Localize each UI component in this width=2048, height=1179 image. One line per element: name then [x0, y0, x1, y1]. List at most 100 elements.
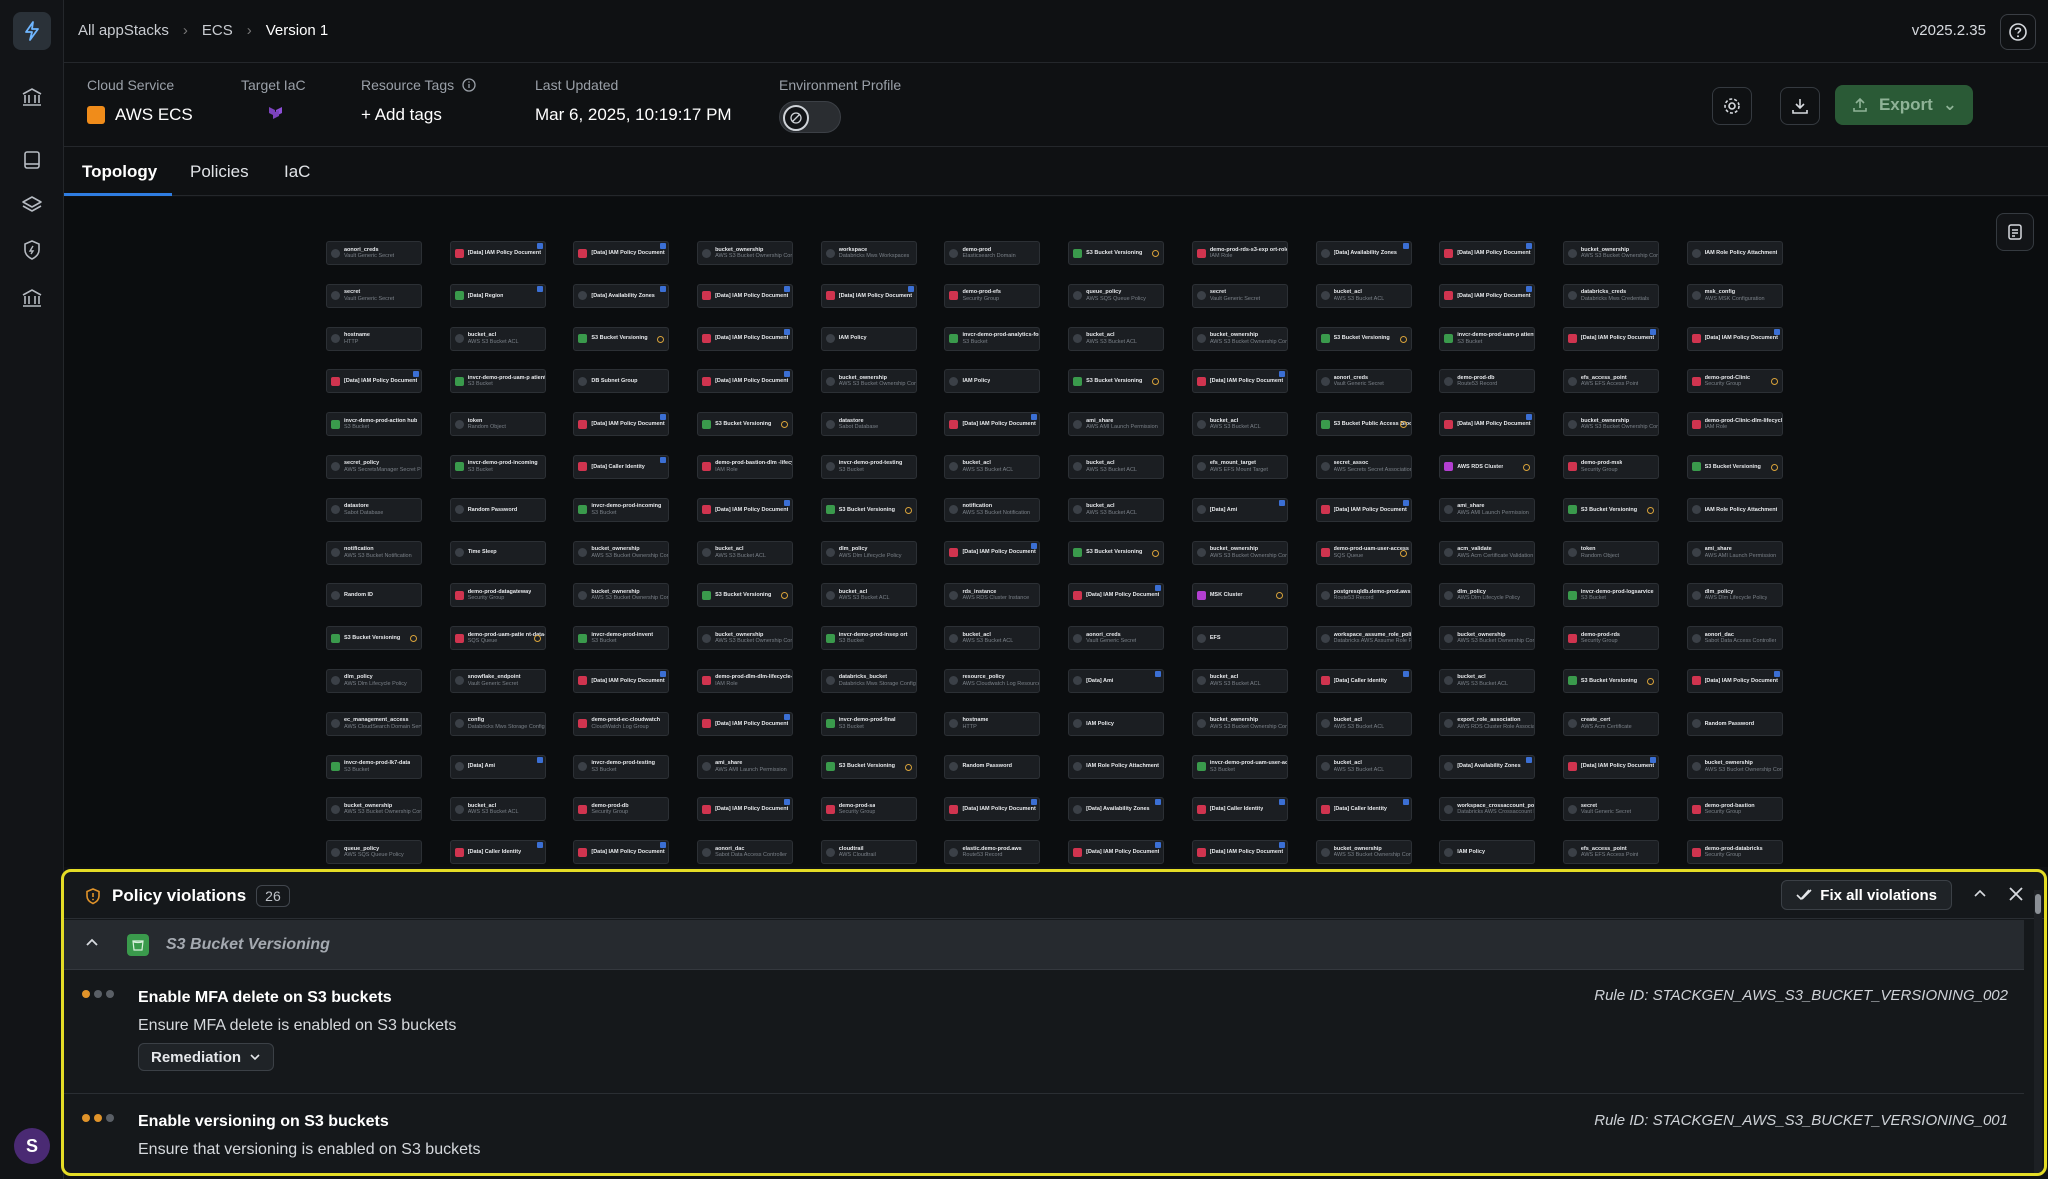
topology-node[interactable]: rds_instance AWS RDS Cluster Instance: [944, 583, 1041, 608]
tab-topology[interactable]: Topology: [82, 162, 157, 182]
add-tags-link[interactable]: + Add tags: [361, 105, 476, 125]
topology-node[interactable]: dlm_policy AWS Dlm Lifecycle Policy: [326, 668, 422, 693]
topology-node[interactable]: invcr-demo-prod-analytics-form S3 Bucket: [944, 326, 1041, 351]
topology-node[interactable]: postgresqldb.demo-prod.aws Route53 Record: [1315, 583, 1412, 608]
topology-node[interactable]: IAM Role Policy Attachment: [1686, 241, 1783, 265]
topology-node[interactable]: [Data] IAM Policy Document: [697, 797, 794, 822]
topology-node[interactable]: bucket_acl AWS S3 Bucket ACL: [944, 626, 1041, 651]
topology-node[interactable]: bucket_ownership AWS S3 Bucket Ownership …: [1191, 711, 1288, 736]
topology-node[interactable]: dlm_policy AWS Dlm Lifecycle Policy: [1439, 583, 1536, 608]
topology-node[interactable]: S3 Bucket Versioning: [1068, 540, 1165, 565]
topology-node[interactable]: dlm_policy AWS Dlm Lifecycle Policy: [1686, 583, 1783, 608]
topology-node[interactable]: invcr-demo-prod-insep ort S3 Bucket: [820, 626, 917, 651]
topology-node[interactable]: bucket_acl AWS S3 Bucket ACL: [1439, 668, 1536, 693]
topology-node[interactable]: demo-prod-bastion Security Group: [1686, 797, 1783, 822]
topology-node[interactable]: demo-prod-db Route53 Record: [1439, 369, 1536, 394]
help-button[interactable]: [2000, 14, 2036, 50]
topology-node[interactable]: [Data] IAM Policy Document: [573, 412, 670, 437]
topology-node[interactable]: Random ID: [326, 583, 422, 608]
topology-node[interactable]: invcr-demo-prod-uam-user-accessS3 Bucket: [1191, 754, 1288, 779]
topology-node[interactable]: configDatabricks Mws Storage Configurati…: [449, 711, 546, 736]
topology-node[interactable]: [Data] IAM Policy Document: [1686, 668, 1783, 693]
topology-node[interactable]: demo-prod-msk Security Group: [1562, 454, 1659, 479]
topology-node[interactable]: [Data] Caller Identity: [1315, 668, 1412, 693]
topology-node[interactable]: databricks_creds Databricks Mws Credentia…: [1562, 283, 1659, 308]
chevron-up-icon[interactable]: [84, 935, 100, 951]
topology-node[interactable]: demo-prod-rds Security Group: [1562, 626, 1659, 651]
topology-node[interactable]: S3 Bucket Versioning: [1068, 369, 1165, 394]
tab-iac[interactable]: IaC: [284, 162, 310, 182]
topology-node[interactable]: datastore Sabot Database: [326, 497, 422, 522]
topology-node[interactable]: [Data] IAM Policy Document: [820, 283, 917, 308]
collapse-panel-button[interactable]: [1970, 884, 1990, 904]
topology-node[interactable]: Random Password: [944, 754, 1041, 779]
topology-node[interactable]: invcr-demo-prod-uam-p atient-data-proces…: [1439, 326, 1536, 351]
topology-node[interactable]: IAM Role Policy Attachment: [1068, 754, 1165, 779]
topology-node[interactable]: databricks_bucket Databricks Mws Storage …: [820, 668, 917, 693]
topology-node[interactable]: [Data] IAM Policy Document: [697, 283, 794, 308]
topology-node[interactable]: [Data] Ami: [449, 754, 546, 779]
topology-node[interactable]: bucket_ownership AWS S3 Bucket Ownership …: [1686, 754, 1783, 779]
topology-node[interactable]: IAM Policy: [1439, 840, 1536, 865]
topology-node[interactable]: [Data] Ami: [1191, 497, 1288, 522]
topology-node[interactable]: [Data] IAM Policy Document: [697, 326, 794, 351]
breadcrumb-all-appstacks[interactable]: All appStacks: [78, 22, 169, 39]
topology-node[interactable]: elastic.demo-prod.aws Route53 Record: [944, 840, 1041, 865]
topology-node[interactable]: bucket_acl AWS S3 Bucket ACL: [1315, 283, 1412, 308]
download-button[interactable]: [1780, 87, 1820, 125]
topology-node[interactable]: [Data] Availability Zones: [1068, 797, 1165, 822]
topology-node[interactable]: demo-prod-sa Security Group: [820, 797, 917, 822]
topology-node[interactable]: bucket_acl AWS S3 Bucket ACL: [449, 326, 546, 351]
violation-group-row[interactable]: S3 Bucket Versioning: [64, 920, 2024, 970]
topology-node[interactable]: [Data] Availability Zones: [1315, 241, 1412, 265]
topology-node[interactable]: [Data] IAM Policy Document: [697, 497, 794, 522]
topology-node[interactable]: [Data] Caller Identity: [449, 840, 546, 865]
topology-node[interactable]: bucket_ownership AWS S3 Bucket Ownership …: [1191, 540, 1288, 565]
topology-node[interactable]: [Data] Caller Identity: [573, 454, 670, 479]
topology-node[interactable]: aonori_creds Vault Generic Secret: [1315, 369, 1412, 394]
topology-node[interactable]: [Data] Caller Identity: [1191, 797, 1288, 822]
breadcrumb-ecs[interactable]: ECS: [202, 22, 233, 39]
topology-node[interactable]: invcr-demo-prod-action hub S3 Bucket: [326, 412, 422, 437]
topology-node[interactable]: S3 Bucket Public Access Block: [1315, 412, 1412, 437]
canvas-report-button[interactable]: [1996, 213, 2034, 251]
export-button[interactable]: Export ⌄: [1835, 85, 1973, 125]
topology-node[interactable]: [Data] IAM Policy Document: [1562, 326, 1659, 351]
topology-node[interactable]: S3 Bucket Versioning: [697, 412, 794, 437]
topology-node[interactable]: ec_management_access AWS CloudSearch Doma…: [326, 711, 422, 736]
topology-node[interactable]: bucket_ownership AWS S3 Bucket Ownership …: [573, 583, 670, 608]
close-panel-button[interactable]: [2006, 884, 2026, 904]
topology-node[interactable]: snowflake_endpoint Vault Generic Secret: [449, 668, 546, 693]
topology-node[interactable]: [Data] IAM Policy Document: [449, 241, 546, 265]
topology-node[interactable]: bucket_ownership AWS S3 Bucket Ownership …: [820, 369, 917, 394]
topology-node[interactable]: [Data] IAM Policy Document: [697, 369, 794, 394]
topology-node[interactable]: bucket_acl AWS S3 Bucket ACL: [944, 454, 1041, 479]
topology-node[interactable]: efs_mount_target AWS EFS Mount Target: [1191, 454, 1288, 479]
topology-node[interactable]: demo-prod-uam-patie nt-data-processedSQS…: [449, 626, 546, 651]
topology-node[interactable]: S3 Bucket Versioning: [1562, 668, 1659, 693]
topology-node[interactable]: demo-prod-bastion-dlm -lifecycle-roleIAM…: [697, 454, 794, 479]
topology-node[interactable]: bucket_ownership AWS S3 Bucket Ownership …: [1439, 626, 1536, 651]
bank-icon[interactable]: [20, 286, 44, 310]
topology-node[interactable]: EFS: [1191, 626, 1288, 651]
topology-node[interactable]: S3 Bucket Versioning: [573, 326, 670, 351]
topology-node[interactable]: invcr-demo-prod-final S3 Bucket: [820, 711, 917, 736]
topology-node[interactable]: bucket_acl AWS S3 Bucket ACL: [449, 797, 546, 822]
topology-node[interactable]: IAM Policy: [820, 326, 917, 351]
topology-node[interactable]: token Random Object: [1562, 540, 1659, 565]
topology-node[interactable]: invcr-demo-prod-invent S3 Bucket: [573, 626, 670, 651]
topology-node[interactable]: bucket_ownership AWS S3 Bucket Ownership …: [1191, 326, 1288, 351]
topology-node[interactable]: [Data] Caller Identity: [1315, 797, 1412, 822]
topology-node[interactable]: notification AWS S3 Bucket Notification: [326, 540, 422, 565]
topology-node[interactable]: DB Subnet Group: [573, 369, 670, 394]
topology-node[interactable]: hostname HTTP: [944, 711, 1041, 736]
topology-node[interactable]: demo-prod-Clinic Security Group: [1686, 369, 1783, 394]
topology-node[interactable]: S3 Bucket Versioning: [326, 626, 422, 651]
book-icon[interactable]: [20, 148, 44, 172]
topology-node[interactable]: queue_policy AWS SQS Queue Policy: [326, 840, 422, 865]
topology-node[interactable]: workspace_crossaccount_policyDatabricks …: [1439, 797, 1536, 822]
topology-node[interactable]: Time Sleep: [449, 540, 546, 565]
topology-node[interactable]: datastore Sabot Database: [820, 412, 917, 437]
topology-node[interactable]: demo-prod-dlm-dlm-lifecycle-roleIAM Role: [697, 668, 794, 693]
topology-node[interactable]: [Data] IAM Policy Document: [1191, 369, 1288, 394]
